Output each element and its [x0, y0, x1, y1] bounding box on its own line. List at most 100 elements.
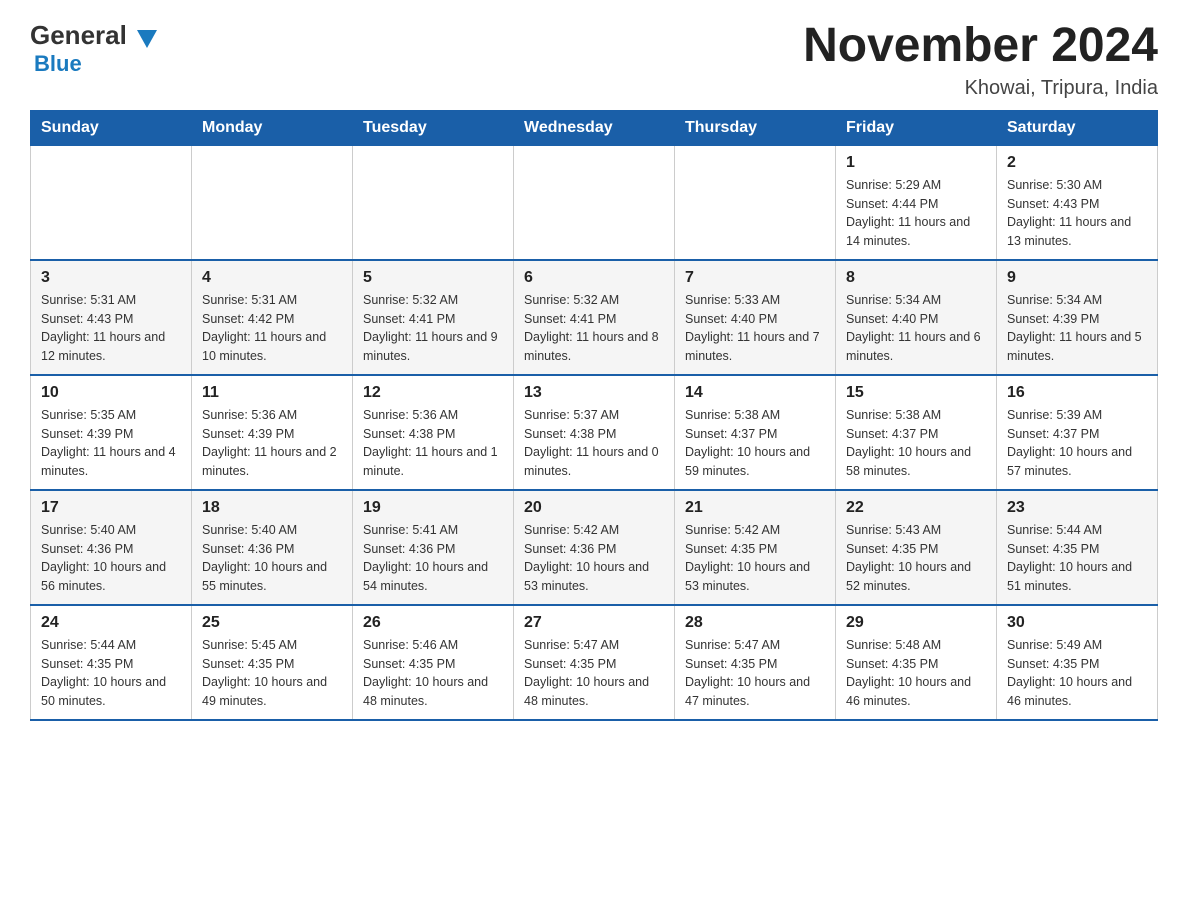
cell-week5-day3: 27Sunrise: 5:47 AMSunset: 4:35 PMDayligh…	[514, 605, 675, 720]
day-info: Sunrise: 5:36 AMSunset: 4:38 PMDaylight:…	[363, 406, 503, 481]
day-number: 1	[846, 154, 986, 172]
cell-week3-day4: 14 Sunrise: 5:38 AMSunset: 4:37 PMDayligh…	[675, 375, 836, 490]
day-info: Sunrise: 5:40 AMSunset: 4:36 PMDaylight:…	[41, 521, 181, 596]
day-number: 14	[685, 384, 825, 402]
day-info: Sunrise: 5:42 AMSunset: 4:35 PMDaylight:…	[685, 521, 825, 596]
day-info: Sunrise: 5:38 AMSunset: 4:37 PMDaylight:…	[846, 406, 986, 481]
cell-week2-day1: 4 Sunrise: 5:31 AMSunset: 4:42 PMDaylight…	[192, 260, 353, 375]
weekday-header-row: Sunday Monday Tuesday Wednesday Thursday…	[31, 110, 1158, 145]
logo-blue-text	[127, 20, 134, 51]
day-info: Sunrise: 5:46 AMSunset: 4:35 PMDaylight:…	[363, 636, 503, 711]
logo-triangle-icon	[137, 30, 157, 48]
page-header: General Blue November 2024 Khowai, Tripu…	[30, 20, 1158, 100]
header-friday: Friday	[836, 110, 997, 145]
day-info: Sunrise: 5:41 AMSunset: 4:36 PMDaylight:…	[363, 521, 503, 596]
cell-week1-day2	[353, 145, 514, 260]
day-number: 24	[41, 614, 181, 632]
week-row-3: 10Sunrise: 5:35 AMSunset: 4:39 PMDayligh…	[31, 375, 1158, 490]
header-wednesday: Wednesday	[514, 110, 675, 145]
location-label: Khowai, Tripura, India	[803, 77, 1158, 100]
day-info: Sunrise: 5:36 AMSunset: 4:39 PMDaylight:…	[202, 406, 342, 481]
cell-week3-day6: 16 Sunrise: 5:39 AMSunset: 4:37 PMDayligh…	[997, 375, 1158, 490]
header-sunday: Sunday	[31, 110, 192, 145]
day-number: 12	[363, 384, 503, 402]
day-number: 20	[524, 499, 664, 517]
day-number: 4	[202, 269, 342, 287]
cell-week4-day2: 19 Sunrise: 5:41 AMSunset: 4:36 PMDayligh…	[353, 490, 514, 605]
cell-week1-day3	[514, 145, 675, 260]
day-number: 19	[363, 499, 503, 517]
day-info: Sunrise: 5:40 AMSunset: 4:36 PMDaylight:…	[202, 521, 342, 596]
cell-week2-day3: 6 Sunrise: 5:32 AMSunset: 4:41 PMDaylight…	[514, 260, 675, 375]
cell-week2-day6: 9 Sunrise: 5:34 AMSunset: 4:39 PMDaylight…	[997, 260, 1158, 375]
day-number: 21	[685, 499, 825, 517]
day-number: 7	[685, 269, 825, 287]
day-number: 9	[1007, 269, 1147, 287]
day-number: 25	[202, 614, 342, 632]
week-row-5: 24 Sunrise: 5:44 AMSunset: 4:35 PMDayligh…	[31, 605, 1158, 720]
header-saturday: Saturday	[997, 110, 1158, 145]
day-info: Sunrise: 5:30 AMSunset: 4:43 PMDaylight:…	[1007, 176, 1147, 251]
day-info: Sunrise: 5:34 AMSunset: 4:39 PMDaylight:…	[1007, 291, 1147, 366]
day-number: 8	[846, 269, 986, 287]
month-title: November 2024	[803, 20, 1158, 73]
day-number: 27	[524, 614, 664, 632]
cell-week5-day4: 28 Sunrise: 5:47 AMSunset: 4:35 PMDayligh…	[675, 605, 836, 720]
cell-week1-day5: 1Sunrise: 5:29 AMSunset: 4:44 PMDaylight…	[836, 145, 997, 260]
cell-week2-day0: 3Sunrise: 5:31 AMSunset: 4:43 PMDaylight…	[31, 260, 192, 375]
cell-week2-day4: 7 Sunrise: 5:33 AMSunset: 4:40 PMDaylight…	[675, 260, 836, 375]
header-thursday: Thursday	[675, 110, 836, 145]
day-number: 6	[524, 269, 664, 287]
week-row-2: 3Sunrise: 5:31 AMSunset: 4:43 PMDaylight…	[31, 260, 1158, 375]
day-info: Sunrise: 5:38 AMSunset: 4:37 PMDaylight:…	[685, 406, 825, 481]
cell-week5-day0: 24 Sunrise: 5:44 AMSunset: 4:35 PMDayligh…	[31, 605, 192, 720]
day-number: 22	[846, 499, 986, 517]
day-info: Sunrise: 5:32 AMSunset: 4:41 PMDaylight:…	[363, 291, 503, 366]
day-number: 17	[41, 499, 181, 517]
day-info: Sunrise: 5:42 AMSunset: 4:36 PMDaylight:…	[524, 521, 664, 596]
day-number: 29	[846, 614, 986, 632]
day-info: Sunrise: 5:33 AMSunset: 4:40 PMDaylight:…	[685, 291, 825, 366]
day-number: 15	[846, 384, 986, 402]
cell-week2-day2: 5 Sunrise: 5:32 AMSunset: 4:41 PMDaylight…	[353, 260, 514, 375]
week-row-4: 17 Sunrise: 5:40 AMSunset: 4:36 PMDayligh…	[31, 490, 1158, 605]
day-info: Sunrise: 5:48 AMSunset: 4:35 PMDaylight:…	[846, 636, 986, 711]
day-info: Sunrise: 5:32 AMSunset: 4:41 PMDaylight:…	[524, 291, 664, 366]
day-number: 16	[1007, 384, 1147, 402]
day-info: Sunrise: 5:31 AMSunset: 4:42 PMDaylight:…	[202, 291, 342, 366]
day-number: 2	[1007, 154, 1147, 172]
logo: General Blue	[30, 20, 157, 77]
cell-week1-day0	[31, 145, 192, 260]
day-info: Sunrise: 5:44 AMSunset: 4:35 PMDaylight:…	[41, 636, 181, 711]
cell-week5-day1: 25Sunrise: 5:45 AMSunset: 4:35 PMDayligh…	[192, 605, 353, 720]
day-info: Sunrise: 5:49 AMSunset: 4:35 PMDaylight:…	[1007, 636, 1147, 711]
cell-week5-day6: 30 Sunrise: 5:49 AMSunset: 4:35 PMDayligh…	[997, 605, 1158, 720]
cell-week5-day2: 26Sunrise: 5:46 AMSunset: 4:35 PMDayligh…	[353, 605, 514, 720]
day-number: 28	[685, 614, 825, 632]
day-info: Sunrise: 5:37 AMSunset: 4:38 PMDaylight:…	[524, 406, 664, 481]
cell-week3-day1: 11Sunrise: 5:36 AMSunset: 4:39 PMDayligh…	[192, 375, 353, 490]
day-number: 3	[41, 269, 181, 287]
cell-week5-day5: 29 Sunrise: 5:48 AMSunset: 4:35 PMDayligh…	[836, 605, 997, 720]
logo-blue-label: Blue	[34, 51, 82, 76]
cell-week4-day3: 20 Sunrise: 5:42 AMSunset: 4:36 PMDayligh…	[514, 490, 675, 605]
day-info: Sunrise: 5:39 AMSunset: 4:37 PMDaylight:…	[1007, 406, 1147, 481]
cell-week1-day1	[192, 145, 353, 260]
cell-week1-day6: 2 Sunrise: 5:30 AMSunset: 4:43 PMDaylight…	[997, 145, 1158, 260]
day-number: 30	[1007, 614, 1147, 632]
cell-week4-day4: 21 Sunrise: 5:42 AMSunset: 4:35 PMDayligh…	[675, 490, 836, 605]
day-number: 23	[1007, 499, 1147, 517]
cell-week3-day3: 13 Sunrise: 5:37 AMSunset: 4:38 PMDayligh…	[514, 375, 675, 490]
day-info: Sunrise: 5:43 AMSunset: 4:35 PMDaylight:…	[846, 521, 986, 596]
logo-general: General	[30, 20, 127, 51]
day-info: Sunrise: 5:34 AMSunset: 4:40 PMDaylight:…	[846, 291, 986, 366]
header-tuesday: Tuesday	[353, 110, 514, 145]
cell-week3-day5: 15 Sunrise: 5:38 AMSunset: 4:37 PMDayligh…	[836, 375, 997, 490]
cell-week1-day4	[675, 145, 836, 260]
cell-week4-day0: 17 Sunrise: 5:40 AMSunset: 4:36 PMDayligh…	[31, 490, 192, 605]
day-info: Sunrise: 5:35 AMSunset: 4:39 PMDaylight:…	[41, 406, 181, 481]
day-number: 13	[524, 384, 664, 402]
day-info: Sunrise: 5:47 AMSunset: 4:35 PMDaylight:…	[685, 636, 825, 711]
day-number: 5	[363, 269, 503, 287]
calendar-table: Sunday Monday Tuesday Wednesday Thursday…	[30, 110, 1158, 721]
